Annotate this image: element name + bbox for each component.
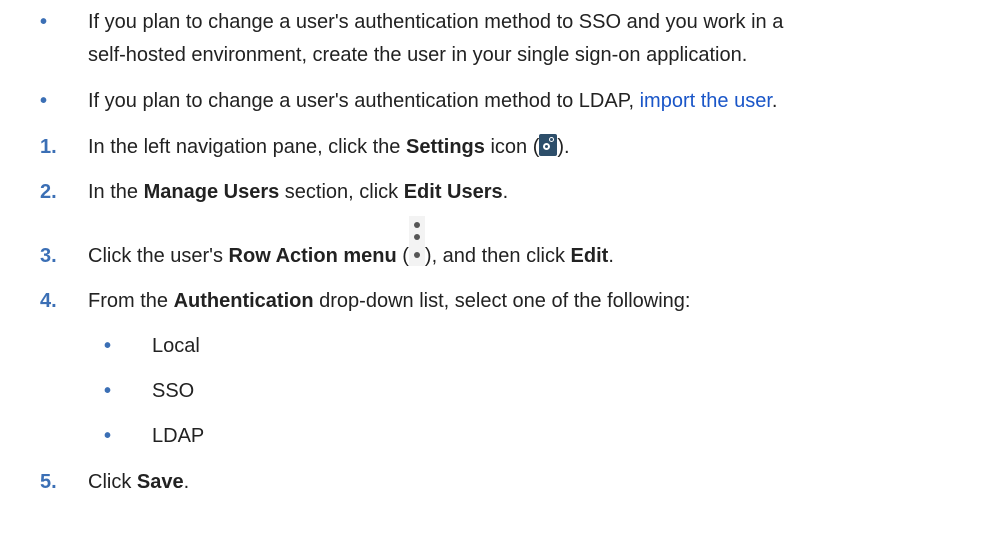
step-2-text: In the Manage Users section, click Edit …	[88, 178, 508, 206]
step-3-text: Click the user's Row Action menu ( ), and…	[88, 216, 614, 270]
edit-label: Edit	[570, 245, 609, 267]
step-2-middle: section, click	[279, 181, 404, 203]
bullet-marker: •	[104, 335, 112, 357]
bullet-marker: •	[40, 11, 48, 33]
prereq-ldap-lead: If you plan to change a user's authentic…	[88, 90, 640, 112]
step-number: 5.	[40, 471, 57, 493]
document-body: • If you plan to change a user's authent…	[0, 0, 990, 535]
step-4-before: From the	[88, 290, 174, 312]
prereq-ldap-text: If you plan to change a user's authentic…	[88, 87, 777, 115]
save-label: Save	[136, 471, 184, 493]
option-ldap-label: LDAP	[152, 425, 205, 447]
bullet-marker: •	[40, 90, 48, 112]
step-2-before: In the	[88, 181, 144, 203]
row-action-menu-label: Row Action menu	[228, 245, 397, 267]
bullet-marker: •	[104, 425, 112, 447]
prereq-sso-line2: self-hosted environment, create the user…	[88, 44, 748, 66]
step-3-after: .	[608, 245, 614, 267]
step-3-middle2: ), and then click	[424, 245, 571, 267]
step-5-after: .	[183, 471, 190, 493]
manage-users-label: Manage Users	[143, 181, 280, 203]
bullet-marker: •	[104, 380, 112, 402]
prereq-sso-line1: If you plan to change a user's authentic…	[88, 11, 784, 33]
kebab-menu-icon	[408, 216, 425, 266]
step-5-before: Click	[88, 471, 137, 493]
step-1-middle: icon (	[484, 136, 540, 158]
option-local-label: Local	[152, 335, 200, 357]
option-sso-label: SSO	[152, 380, 195, 402]
step-1-before: In the left navigation pane, click the	[88, 136, 406, 158]
step-number: 2.	[40, 181, 57, 203]
edit-users-label: Edit Users	[403, 181, 503, 203]
settings-gear-icon	[539, 134, 558, 156]
step-2-after: .	[502, 181, 509, 203]
step-1-text: In the left navigation pane, click the S…	[88, 133, 570, 161]
authentication-label: Authentication	[173, 290, 314, 312]
step-3-before: Click the user's	[88, 245, 229, 267]
prereq-ldap-period: .	[771, 90, 778, 112]
step-5-text: Click Save.	[88, 468, 189, 496]
import-user-link[interactable]: import the user	[640, 90, 772, 112]
settings-label: Settings	[405, 136, 485, 158]
step-3-middle: (	[396, 245, 409, 267]
step-number: 1.	[40, 136, 57, 158]
step-4-after: drop-down list, select one of the follow…	[313, 290, 691, 312]
step-number: 4.	[40, 290, 57, 312]
step-number: 3.	[40, 245, 57, 267]
step-4-text: From the Authentication drop-down list, …	[88, 287, 690, 315]
step-1-after: ).	[557, 136, 570, 158]
